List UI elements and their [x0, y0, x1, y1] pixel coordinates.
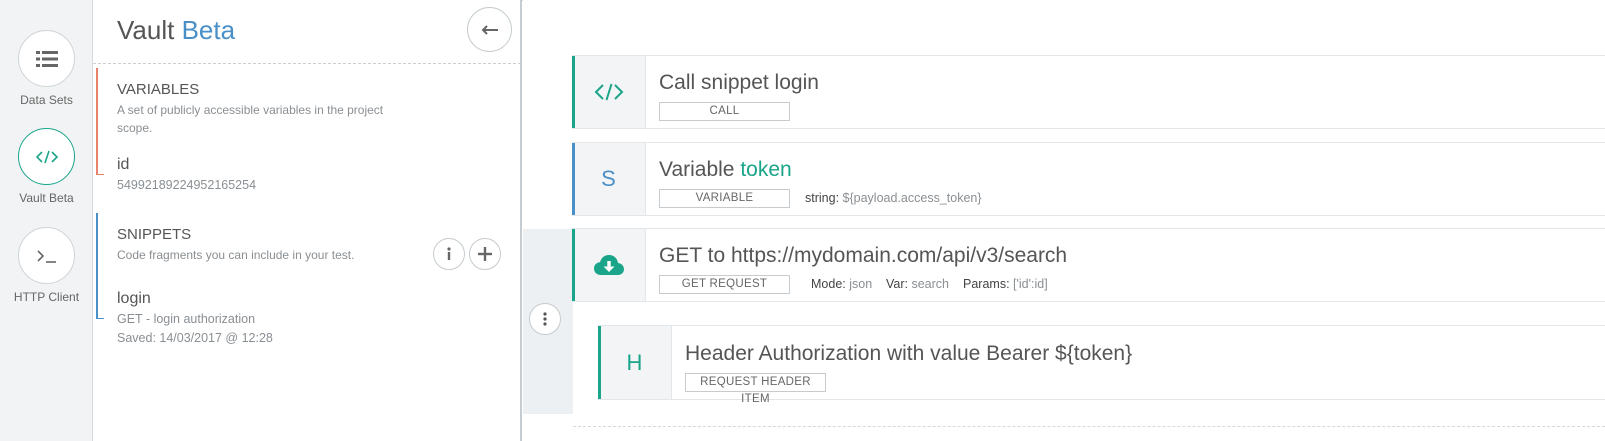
snippet-item-saved: Saved: 14/03/2017 @ 12:28: [117, 331, 273, 345]
panel-title: Vault Beta: [117, 15, 235, 46]
rail-item-data-sets[interactable]: Data Sets: [0, 30, 93, 107]
test-steps-canvas: Call snippet login CALL S Variable token…: [523, 0, 1605, 441]
step-get-var: Var: search: [886, 277, 949, 291]
drop-zone-divider: [573, 426, 1605, 427]
step-variable-icon-box: S: [572, 143, 646, 215]
vertical-dots-icon: [543, 312, 547, 326]
plus-icon: [478, 247, 492, 261]
snippet-item-desc: GET - login authorization: [117, 312, 256, 326]
step-call-snippet[interactable]: Call snippet login CALL: [572, 55, 1605, 129]
var-label: Var:: [886, 277, 908, 291]
variable-item-value: 54992189224952165254: [117, 178, 257, 192]
step-call-title: Call snippet login: [659, 71, 819, 94]
params-value: ['id':id]: [1013, 277, 1048, 291]
mode-label: Mode:: [811, 277, 846, 291]
variables-heading: VARIABLES: [117, 81, 200, 98]
cloud-download-icon: [593, 255, 624, 275]
info-icon: [447, 247, 451, 260]
code-icon[interactable]: [18, 128, 75, 185]
step-variable-accent: [572, 143, 575, 215]
step-header-accent: [598, 326, 601, 399]
step-call-accent: [572, 56, 575, 128]
step-header-tag: REQUEST HEADER ITEM: [685, 373, 826, 405]
step-get-params: Params: ['id':id]: [963, 277, 1048, 291]
snippets-accent-tick: [96, 318, 104, 319]
variable-type-label: string:: [805, 191, 840, 205]
params-label: Params:: [963, 277, 1010, 291]
step-variable-title-prefix: Variable: [659, 158, 735, 181]
string-type-icon: S: [601, 166, 616, 191]
left-icon-rail: Data Sets Vault Beta HTTP Client: [0, 0, 93, 441]
rail-item-vault-beta[interactable]: Vault Beta: [0, 128, 93, 205]
step-get-tag: GET REQUEST: [659, 275, 790, 294]
panel-title-main: Vault: [117, 15, 175, 45]
step-get-icon-box: [572, 229, 646, 301]
step-header-authorization[interactable]: H Header Authorization with value Bearer…: [598, 325, 1605, 405]
rail-label-http-client: HTTP Client: [13, 290, 80, 304]
snippets-description: Code fragments you can include in your t…: [117, 248, 355, 262]
step-variable-tag: VARIABLE: [659, 189, 790, 208]
variables-accent-bar: [96, 68, 98, 174]
arrow-left-icon: [481, 24, 498, 35]
step-variable-title-name: token: [740, 158, 792, 181]
code-icon: [594, 83, 623, 101]
step-variable-token[interactable]: S Variable token VARIABLE string: ${payl…: [572, 142, 1605, 216]
step-get-title: GET to https://mydomain.com/api/v3/searc…: [659, 244, 1068, 267]
snippets-info-button[interactable]: [433, 238, 465, 270]
header-icon: H: [626, 349, 643, 375]
step-get-mode: Mode: json: [811, 277, 872, 291]
step-call-tag: CALL: [659, 102, 790, 121]
var-value: search: [911, 277, 950, 291]
step-variable-title: Variable token: [659, 158, 792, 182]
variable-type-value: ${payload.access_token}: [842, 191, 982, 205]
snippets-accent-bar: [96, 213, 98, 318]
step-header-title: Header Authorization with value Bearer $…: [685, 342, 1133, 365]
mode-value: json: [849, 277, 873, 291]
panel-title-accent: Beta: [181, 15, 236, 45]
collapse-panel-button[interactable]: [467, 7, 512, 52]
rail-label-data-sets: Data Sets: [20, 93, 73, 107]
step-header-icon-box: H: [598, 326, 672, 399]
terminal-icon[interactable]: [18, 227, 75, 284]
step-get-accent: [572, 229, 575, 301]
step-call-icon-box: [572, 56, 646, 128]
rail-label-vault-beta: Vault Beta: [19, 191, 74, 205]
rail-item-http-client[interactable]: HTTP Client: [0, 227, 93, 304]
snippet-item-name[interactable]: login: [117, 290, 151, 308]
step-options-button[interactable]: [529, 303, 561, 335]
list-icon[interactable]: [18, 30, 75, 87]
step-variable-meta: string: ${payload.access_token}: [805, 191, 982, 205]
variable-item-name[interactable]: id: [117, 156, 129, 174]
snippets-heading: SNIPPETS: [117, 226, 192, 243]
snippets-add-button[interactable]: [469, 238, 501, 270]
step-get-request[interactable]: GET to https://mydomain.com/api/v3/searc…: [572, 228, 1605, 302]
vault-panel: Vault Beta VARIABLES A set of publicly a…: [93, 0, 522, 441]
variables-accent-tick: [96, 174, 104, 175]
variables-description: A set of publicly accessible variables i…: [117, 103, 384, 135]
panel-header-divider: [93, 63, 521, 64]
